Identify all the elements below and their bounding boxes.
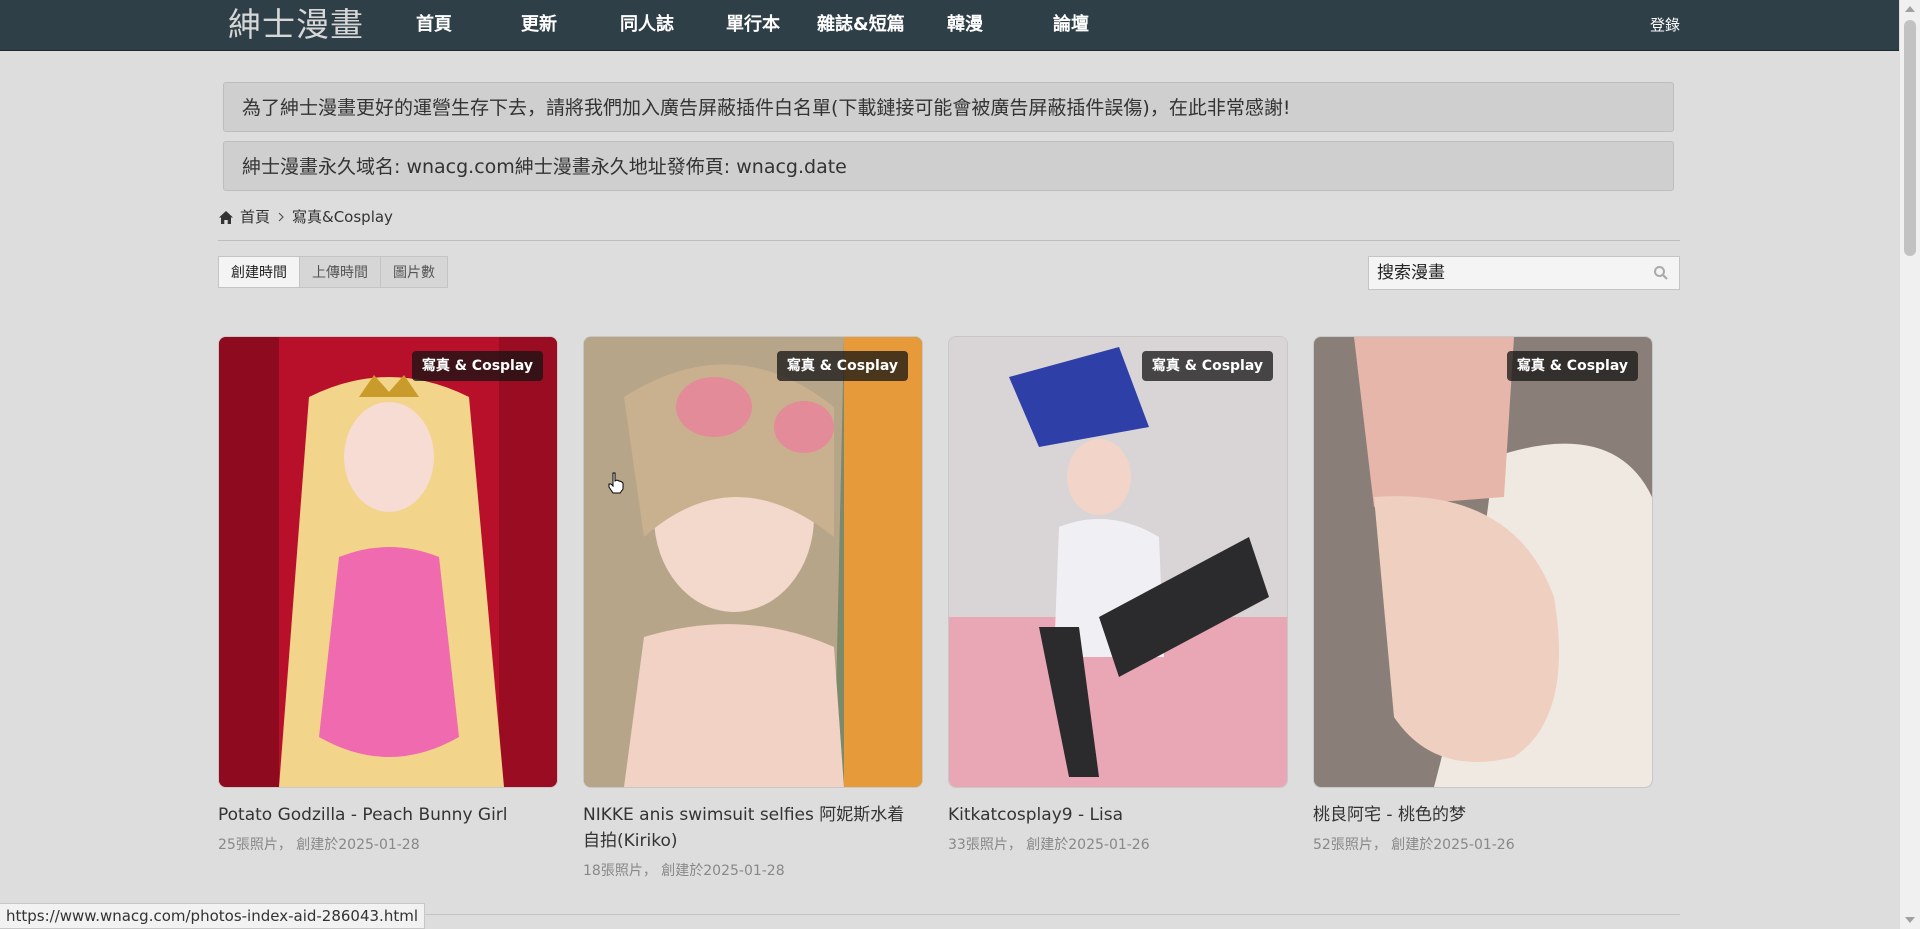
hand-cursor-icon	[608, 472, 624, 494]
thumbnail-image	[1314, 337, 1652, 787]
thumbnail-image	[584, 337, 922, 787]
gallery-thumbnail[interactable]: 寫真 & Cosplay	[948, 336, 1288, 788]
divider	[218, 240, 1680, 241]
thumbnail-image	[949, 337, 1287, 787]
gallery-thumbnail[interactable]: 寫真 & Cosplay	[583, 336, 923, 788]
gallery-title[interactable]: NIKKE anis swimsuit selfies 阿妮斯水着自拍(Kiri…	[583, 802, 913, 854]
thumbnail-image	[219, 337, 557, 787]
scroll-down-arrow-icon[interactable]	[1905, 917, 1915, 923]
nav-updates[interactable]: 更新	[521, 0, 557, 50]
divider	[218, 914, 1680, 915]
gallery-thumbnail[interactable]: 寫真 & Cosplay	[1313, 336, 1653, 788]
adblock-notice: 為了紳士漫畫更好的運營生存下去，請將我們加入廣告屏蔽插件白名單(下載鏈接可能會被…	[223, 82, 1674, 132]
sort-by-uploaded[interactable]: 上傳時間	[299, 256, 381, 288]
domain-notice: 紳士漫畫永久域名: wnacg.com紳士漫畫永久地址發佈頁: wnacg.da…	[223, 141, 1674, 191]
chevron-right-icon	[278, 212, 284, 222]
category-tag: 寫真 & Cosplay	[411, 351, 543, 381]
search-box	[1368, 256, 1680, 290]
nav-forum[interactable]: 論壇	[1053, 0, 1089, 50]
nav-tankoubon[interactable]: 單行本	[726, 0, 780, 50]
gallery-title[interactable]: Potato Godzilla - Peach Bunny Girl	[218, 802, 548, 828]
login-link[interactable]: 登錄	[1650, 0, 1680, 50]
gallery-card: 寫真 & Cosplay Kitkatcosplay9 - Lisa 33張照片…	[948, 336, 1288, 854]
scroll-up-arrow-icon[interactable]	[1905, 6, 1915, 12]
nav-manhwa[interactable]: 韓漫	[947, 0, 983, 50]
gallery-info: 33張照片， 創建於2025-01-26	[948, 837, 1150, 853]
nav-magazine-short[interactable]: 雜誌&短篇	[817, 0, 905, 50]
top-navigation-bar: 紳士漫畫 首頁 更新 同人誌 單行本 雜誌&短篇 韓漫 論壇 登錄	[0, 0, 1900, 51]
site-logo[interactable]: 紳士漫畫	[228, 3, 364, 47]
nav-doujinshi[interactable]: 同人誌	[620, 0, 674, 50]
sort-group: 創建時間 上傳時間 圖片數	[218, 256, 448, 288]
gallery-card: 寫真 & Cosplay Potato Godzilla - Peach Bun…	[218, 336, 558, 854]
category-tag: 寫真 & Cosplay	[1141, 351, 1273, 381]
category-tag: 寫真 & Cosplay	[1506, 351, 1638, 381]
category-tag: 寫真 & Cosplay	[776, 351, 908, 381]
nav-home[interactable]: 首頁	[416, 0, 452, 50]
scroll-thumb[interactable]	[1904, 20, 1916, 256]
search-icon[interactable]	[1653, 265, 1669, 281]
gallery-thumbnail[interactable]: 寫真 & Cosplay	[218, 336, 558, 788]
status-bar-url: https://www.wnacg.com/photos-index-aid-2…	[0, 903, 425, 929]
gallery-title[interactable]: 桃良阿宅 - 桃色的梦	[1313, 802, 1643, 828]
gallery-card: 寫真 & Cosplay 桃良阿宅 - 桃色的梦 52張照片， 創建於2025-…	[1313, 336, 1653, 854]
breadcrumb-home[interactable]: 首頁	[240, 206, 270, 228]
sort-by-created[interactable]: 創建時間	[218, 256, 300, 288]
sort-by-image-count[interactable]: 圖片數	[380, 256, 448, 288]
vertical-scrollbar[interactable]	[1899, 0, 1920, 929]
breadcrumb-current: 寫真&Cosplay	[292, 208, 393, 226]
gallery-info: 25張照片， 創建於2025-01-28	[218, 837, 420, 853]
gallery-card: 寫真 & Cosplay NIKKE anis swimsuit selfies…	[583, 336, 923, 880]
gallery-info: 18張照片， 創建於2025-01-28	[583, 863, 785, 879]
breadcrumb: 首頁 寫真&Cosplay	[218, 206, 393, 228]
home-icon[interactable]	[218, 210, 234, 225]
gallery-title[interactable]: Kitkatcosplay9 - Lisa	[948, 802, 1278, 828]
gallery-info: 52張照片， 創建於2025-01-26	[1313, 837, 1515, 853]
search-input[interactable]	[1377, 257, 1637, 289]
